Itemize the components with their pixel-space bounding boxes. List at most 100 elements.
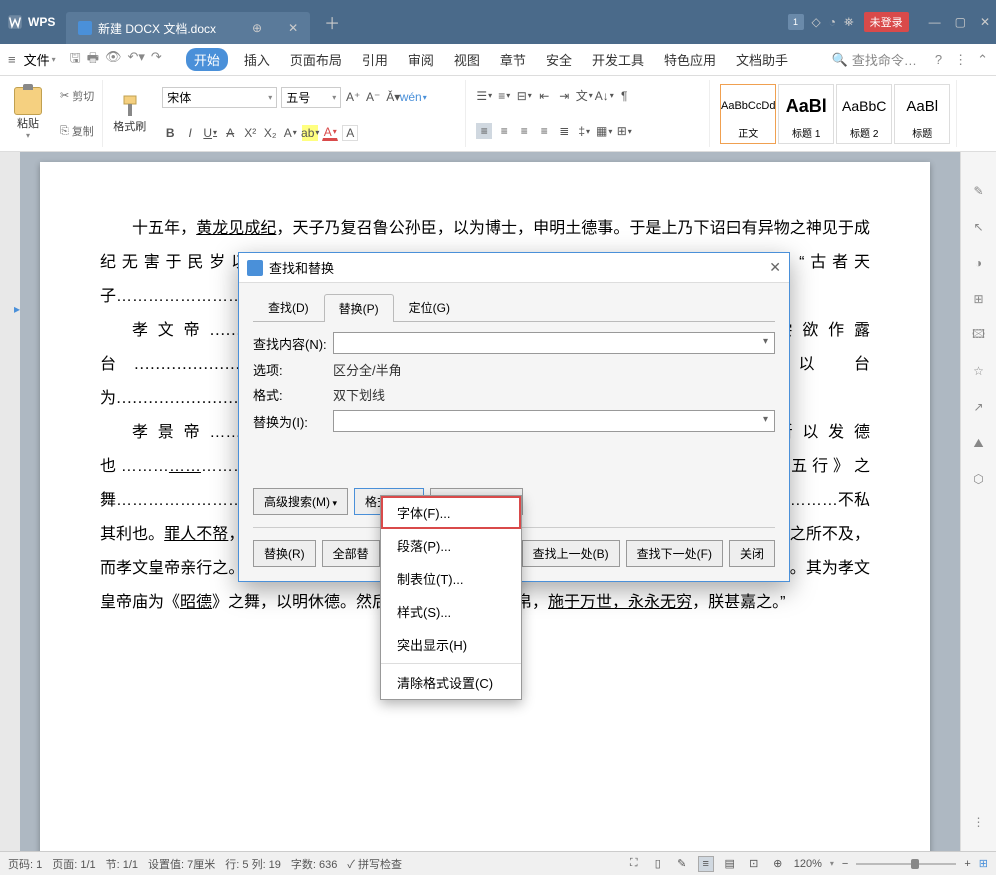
status-spellcheck[interactable]: ✓ 拼写检查	[347, 856, 402, 872]
menu-paragraph[interactable]: 段落(P)...	[381, 529, 521, 562]
replace-input[interactable]	[333, 410, 775, 432]
sb-mountain-icon[interactable]: ⛰	[970, 434, 988, 452]
copy-button[interactable]: ⎘ 复制	[58, 122, 96, 140]
minimize-icon[interactable]: —	[929, 15, 941, 29]
hamburger-icon[interactable]: ≡	[8, 52, 16, 67]
strike-button[interactable]: A	[222, 125, 238, 141]
app-logo[interactable]: WPS	[6, 13, 66, 31]
increase-indent-button[interactable]: ⇥	[556, 88, 572, 104]
cut-button[interactable]: ✂ 剪切	[58, 87, 96, 105]
status-setvalue[interactable]: 设置值: 7厘米	[148, 856, 215, 872]
dialog-titlebar[interactable]: 查找和替换 ✕	[239, 253, 789, 283]
menu-clear-format[interactable]: 清除格式设置(C)	[381, 666, 521, 699]
qat-save-icon[interactable]: 🖫	[70, 49, 81, 71]
style-body[interactable]: AaBbCcDd正文	[720, 84, 776, 144]
tab-special[interactable]: 特色应用	[660, 48, 720, 71]
view-zoom-icon[interactable]: ⊕	[770, 856, 786, 872]
more-icon[interactable]: ⋮	[954, 52, 967, 68]
subscript-button[interactable]: X₂	[262, 125, 278, 141]
menu-tabs[interactable]: 制表位(T)...	[381, 562, 521, 595]
view-fullscreen-icon[interactable]: ⛶	[626, 856, 642, 872]
tab-home[interactable]: 开始	[186, 48, 228, 71]
dialog-close-icon[interactable]: ✕	[769, 259, 781, 276]
shrink-font-icon[interactable]: A⁻	[365, 89, 381, 105]
close-window-icon[interactable]: ✕	[980, 15, 990, 29]
skin-icon[interactable]: ◔	[829, 15, 836, 29]
file-menu[interactable]: 文件▾	[20, 48, 60, 71]
zoom-in-button[interactable]: +	[964, 858, 970, 870]
notification-badge[interactable]: 1	[788, 14, 804, 30]
advanced-search-button[interactable]: 高级搜索(M)	[253, 488, 348, 515]
view-reading-icon[interactable]: ▯	[650, 856, 666, 872]
sort-button[interactable]: A↓	[596, 88, 612, 104]
new-tab-button[interactable]: ＋	[324, 10, 340, 34]
sb-share-icon[interactable]: ↗	[970, 398, 988, 416]
tab-review[interactable]: 审阅	[404, 48, 438, 71]
view-web-icon[interactable]: ✎	[674, 856, 690, 872]
sb-more-icon[interactable]: ⋮	[970, 813, 988, 831]
sb-cursor-icon[interactable]: ↖	[970, 218, 988, 236]
align-left-button[interactable]: ≡	[476, 123, 492, 139]
text-direction-button[interactable]: 文	[576, 88, 592, 104]
numbering-button[interactable]: ≡	[496, 88, 512, 104]
menu-highlight[interactable]: 突出显示(H)	[381, 628, 521, 661]
highlight-button[interactable]: ab	[302, 125, 318, 141]
qat-undo-icon[interactable]: ↶▾	[128, 49, 145, 71]
status-page[interactable]: 页面: 1/1	[52, 856, 95, 872]
status-pageno[interactable]: 页码: 1	[8, 856, 42, 872]
settings-icon[interactable]: ⛯	[844, 15, 854, 30]
borders-button[interactable]: ⊞	[616, 123, 632, 139]
help-icon[interactable]: ?	[935, 52, 942, 67]
zoom-out-button[interactable]: −	[842, 858, 848, 870]
format-painter-button[interactable]: 格式刷	[107, 80, 152, 147]
tab-developer[interactable]: 开发工具	[588, 48, 648, 71]
status-line-col[interactable]: 行: 5 列: 19	[225, 856, 281, 872]
underline-button[interactable]: U	[202, 125, 218, 141]
tab-dochelper[interactable]: 文档助手	[732, 48, 792, 71]
style-h1[interactable]: AaBl标题 1	[778, 84, 834, 144]
decrease-indent-button[interactable]: ⇤	[536, 88, 552, 104]
cloud-icon[interactable]: ◇	[812, 15, 821, 29]
menu-style[interactable]: 样式(S)...	[381, 595, 521, 628]
line-spacing-button[interactable]: ‡	[576, 123, 592, 139]
view-outline-icon[interactable]: ▤	[722, 856, 738, 872]
tab-references[interactable]: 引用	[358, 48, 392, 71]
phonetic-icon[interactable]: wén	[405, 89, 421, 105]
maximize-icon[interactable]: ▢	[955, 15, 966, 29]
align-justify-button[interactable]: ≡	[536, 123, 552, 139]
view-print-icon[interactable]: ≡	[698, 856, 714, 872]
char-border-button[interactable]: A	[342, 125, 358, 141]
sb-layout-icon[interactable]: ⊞	[970, 290, 988, 308]
italic-button[interactable]: I	[182, 125, 198, 141]
sb-gear-icon[interactable]: ⬡	[970, 470, 988, 488]
sb-shape-icon[interactable]: ◑	[970, 254, 988, 272]
show-marks-button[interactable]: ¶	[616, 88, 632, 104]
tab-goto[interactable]: 定位(G)	[394, 293, 465, 321]
style-h2[interactable]: AaBbC标题 2	[836, 84, 892, 144]
bold-button[interactable]: B	[162, 125, 178, 141]
zoom-slider[interactable]	[856, 863, 956, 865]
align-center-button[interactable]: ≡	[496, 123, 512, 139]
login-button[interactable]: 未登录	[864, 12, 909, 32]
qat-redo-icon[interactable]: ↷	[151, 49, 162, 71]
style-gallery[interactable]: AaBbCcDd正文 AaBl标题 1 AaBbC标题 2 AaBl标题	[714, 80, 957, 147]
tab-close-icon[interactable]: ✕	[288, 21, 298, 35]
status-section[interactable]: 节: 1/1	[106, 856, 138, 872]
replace-button[interactable]: 替换(R)	[253, 540, 316, 567]
tab-pin-icon[interactable]: ⊕	[252, 21, 262, 35]
command-search[interactable]: 🔍 查找命令…	[826, 48, 923, 71]
paste-button[interactable]: 粘贴▾	[8, 80, 48, 147]
shading-button[interactable]: ▦	[596, 123, 612, 139]
style-title[interactable]: AaBl标题	[894, 84, 950, 144]
bullets-button[interactable]: ☰	[476, 88, 492, 104]
zoom-value[interactable]: 120%	[794, 858, 822, 870]
status-wordcount[interactable]: 字数: 636	[291, 856, 337, 872]
sb-pencil-icon[interactable]: ✎	[970, 182, 988, 200]
font-name-combo[interactable]: 宋体▾	[162, 87, 277, 108]
font-color-button[interactable]: A	[322, 125, 338, 141]
text-effect-button[interactable]: A	[282, 125, 298, 141]
vertical-ruler[interactable]	[0, 152, 20, 851]
outline-button[interactable]: ⊟	[516, 88, 532, 104]
replace-all-button[interactable]: 全部替	[322, 540, 380, 567]
fit-page-icon[interactable]: ⊞	[979, 857, 988, 870]
